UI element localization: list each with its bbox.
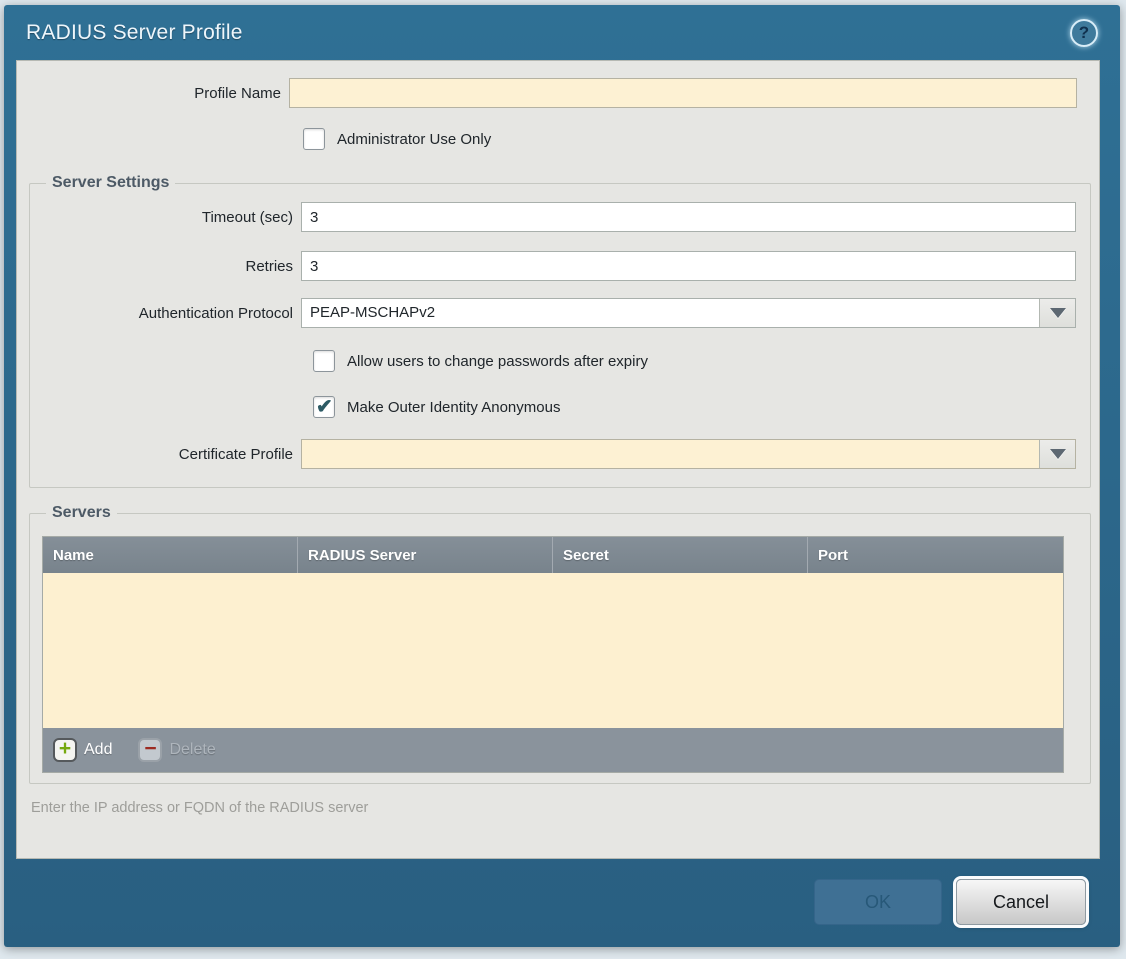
add-button-label: Add [84, 741, 112, 759]
minus-icon: − [138, 738, 162, 762]
add-server-button[interactable]: + Add [53, 738, 112, 762]
servers-legend: Servers [46, 504, 117, 522]
column-header-port[interactable]: Port [808, 537, 1063, 573]
timeout-label: Timeout (sec) [30, 209, 301, 226]
cancel-button[interactable]: Cancel [956, 879, 1086, 925]
timeout-row: Timeout (sec) [30, 202, 1076, 232]
allow-password-change-checkbox[interactable] [313, 350, 335, 372]
admin-use-only-checkbox[interactable] [303, 128, 325, 150]
retries-input[interactable] [301, 251, 1076, 281]
auth-protocol-value: PEAP-MSCHAPv2 [302, 299, 1039, 327]
profile-name-input[interactable] [289, 78, 1077, 108]
certificate-profile-row: Certificate Profile [30, 439, 1076, 469]
profile-name-label: Profile Name [17, 85, 289, 102]
server-settings-legend: Server Settings [46, 174, 175, 192]
ok-button[interactable]: OK [814, 879, 942, 925]
auth-protocol-label: Authentication Protocol [30, 305, 301, 322]
delete-button-label: Delete [169, 741, 215, 759]
servers-table-toolbar: + Add − Delete [43, 728, 1063, 772]
page-background: { "window": { "title": "RADIUS Server Pr… [0, 0, 1126, 959]
chevron-down-icon [1050, 308, 1066, 318]
column-header-radius-server[interactable]: RADIUS Server [298, 537, 553, 573]
admin-use-only-row: Administrator Use Only [303, 128, 1099, 150]
plus-icon: + [53, 738, 77, 762]
delete-server-button[interactable]: − Delete [138, 738, 215, 762]
servers-table-header: NameRADIUS ServerSecretPort [43, 537, 1063, 573]
outer-identity-row: Make Outer Identity Anonymous [313, 396, 1076, 418]
auth-protocol-dropdown[interactable]: PEAP-MSCHAPv2 [301, 298, 1076, 328]
chevron-down-icon [1050, 449, 1066, 459]
auth-protocol-dropdown-button[interactable] [1039, 299, 1075, 327]
retries-label: Retries [30, 258, 301, 275]
timeout-input[interactable] [301, 202, 1076, 232]
profile-name-row: Profile Name [17, 78, 1099, 108]
outer-identity-label: Make Outer Identity Anonymous [347, 399, 560, 416]
radius-server-hint-text: Enter the IP address or FQDN of the RADI… [31, 800, 1087, 816]
certificate-profile-dropdown-button[interactable] [1039, 440, 1075, 468]
help-icon[interactable]: ? [1070, 19, 1098, 47]
auth-protocol-row: Authentication Protocol PEAP-MSCHAPv2 [30, 298, 1076, 328]
servers-table: NameRADIUS ServerSecretPort + Add − Dele… [42, 536, 1064, 773]
column-header-name[interactable]: Name [43, 537, 298, 573]
certificate-profile-dropdown[interactable] [301, 439, 1076, 469]
admin-use-only-label: Administrator Use Only [337, 131, 491, 148]
server-settings-fieldset: Server Settings Timeout (sec) Retries Au… [29, 174, 1091, 488]
dialog-title: RADIUS Server Profile [26, 21, 243, 45]
retries-row: Retries [30, 251, 1076, 281]
allow-password-change-label: Allow users to change passwords after ex… [347, 353, 648, 370]
radius-server-profile-dialog: RADIUS Server Profile ? Profile Name Adm… [4, 5, 1120, 947]
allow-password-change-row: Allow users to change passwords after ex… [313, 350, 1076, 372]
certificate-profile-label: Certificate Profile [30, 446, 301, 463]
servers-fieldset: Servers NameRADIUS ServerSecretPort + Ad… [29, 504, 1091, 784]
servers-table-body[interactable] [43, 573, 1063, 728]
certificate-profile-value [302, 440, 1039, 468]
dialog-footer: OK Cancel [814, 879, 1086, 925]
dialog-titlebar: RADIUS Server Profile ? [4, 5, 1120, 60]
outer-identity-checkbox[interactable] [313, 396, 335, 418]
dialog-content-panel: Profile Name Administrator Use Only Serv… [16, 60, 1100, 859]
column-header-secret[interactable]: Secret [553, 537, 808, 573]
